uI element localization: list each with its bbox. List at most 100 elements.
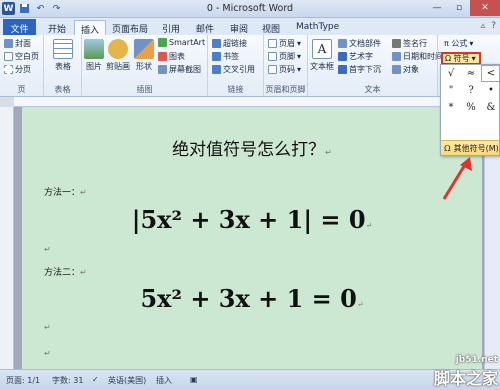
symbol-cell[interactable]: √ bbox=[441, 65, 461, 82]
red-arrow-annotation bbox=[442, 157, 472, 200]
document-area: 绝对值符号怎么打？↵ 方法一：↵ |5x² + 3x + 1| = 0↵ ↵ 方… bbox=[14, 107, 484, 369]
document-page[interactable]: 绝对值符号怎么打？↵ 方法一：↵ |5x² + 3x + 1| = 0↵ ↵ 方… bbox=[22, 107, 482, 369]
vertical-ruler[interactable] bbox=[0, 107, 14, 369]
insert-mode[interactable]: 插入 bbox=[156, 375, 172, 386]
symbol-cell[interactable]: & bbox=[481, 99, 500, 116]
symbol-grid: √ ≈ < " ? • * % & bbox=[441, 65, 500, 116]
picture-button[interactable]: 图片 bbox=[84, 39, 104, 72]
title-bar: W ↶ ↷ 0 - Microsoft Word — ▫ ✕ bbox=[0, 0, 500, 18]
header-button[interactable]: 页眉 ▾ bbox=[268, 38, 301, 49]
cover-page-button[interactable]: 封面 bbox=[4, 38, 31, 49]
minimize-ribbon-icon[interactable]: ▵ bbox=[481, 21, 486, 31]
paragraph-mark: ↵ bbox=[44, 245, 51, 254]
pages-group-label: 页 bbox=[17, 85, 26, 94]
clipart-button[interactable]: 剪贴画 bbox=[106, 39, 130, 72]
table-button[interactable]: 表格 bbox=[50, 39, 76, 72]
cover-page-icon bbox=[4, 39, 13, 48]
symbol-dropdown: √ ≈ < " ? • * % & Ω 其他符号(M)... bbox=[440, 64, 500, 156]
wordart-icon bbox=[338, 52, 347, 61]
ribbon-tabs: 文件 开始 插入 页面布局 引用 邮件 审阅 视图 MathType ▵ ? bbox=[0, 18, 500, 36]
window-controls: — ▫ ✕ bbox=[426, 0, 500, 16]
table-group: 表格 表格 bbox=[44, 35, 82, 96]
tab-page-layout[interactable]: 页面布局 bbox=[106, 20, 154, 35]
symbol-cell[interactable]: • bbox=[481, 82, 500, 99]
smartart-button[interactable]: SmartArt bbox=[158, 38, 205, 47]
tab-view[interactable]: 视图 bbox=[256, 20, 286, 35]
picture-icon bbox=[84, 39, 104, 59]
text-group-label: 文本 bbox=[364, 85, 381, 94]
header-footer-group: 页眉 ▾ 页脚 ▾ 页码 ▾ 页眉和页脚 bbox=[264, 35, 308, 96]
page-break-button[interactable]: 分页 bbox=[4, 64, 31, 75]
object-icon bbox=[392, 65, 401, 74]
links-group-label: 链接 bbox=[227, 85, 244, 94]
tab-insert[interactable]: 插入 bbox=[74, 20, 107, 36]
drop-cap-icon bbox=[338, 65, 347, 74]
header-footer-group-label: 页眉和页脚 bbox=[265, 85, 306, 94]
quick-parts-button[interactable]: 文档部件 bbox=[338, 38, 381, 49]
table-group-label: 表格 bbox=[54, 85, 71, 94]
table-icon bbox=[53, 39, 73, 59]
shapes-icon bbox=[134, 39, 154, 59]
status-bar: 页面: 1/1 字数: 31 ✓ 英语(美国) 插入 ▣ jb51.net 脚本… bbox=[0, 355, 500, 390]
hyperlink-button[interactable]: 超链接 bbox=[212, 38, 247, 49]
links-group: 超链接 书签 交叉引用 链接 bbox=[208, 35, 264, 96]
signature-line-button[interactable]: 签名行 bbox=[392, 38, 427, 49]
maximize-button[interactable]: ▫ bbox=[448, 0, 470, 16]
header-icon bbox=[268, 39, 277, 48]
symbol-cell[interactable]: * bbox=[441, 99, 461, 116]
cross-reference-button[interactable]: 交叉引用 bbox=[212, 64, 255, 75]
drop-cap-button[interactable]: 首字下沉 bbox=[338, 64, 381, 75]
tab-mailings[interactable]: 邮件 bbox=[190, 20, 220, 35]
equation-button[interactable]: π 公式 ▾ bbox=[444, 38, 473, 49]
method-two-label: 方法二：↵ bbox=[44, 268, 87, 278]
page-count[interactable]: 页面: 1/1 bbox=[6, 375, 40, 386]
method-one-label: 方法一：↵ bbox=[44, 188, 87, 198]
symbol-cell[interactable]: " bbox=[441, 82, 461, 99]
object-button[interactable]: 对象 bbox=[392, 64, 419, 75]
word-count[interactable]: 字数: 31 bbox=[52, 375, 83, 386]
clipart-icon bbox=[108, 39, 128, 59]
symbol-cell[interactable]: ≈ bbox=[461, 65, 481, 82]
document-title: 绝对值符号怎么打？↵ bbox=[172, 140, 332, 160]
shapes-button[interactable]: 形状 bbox=[134, 39, 154, 72]
formula-plain: 5x² + 3x + 1 = 0↵ bbox=[140, 284, 364, 313]
other-symbols-button[interactable]: Ω 其他符号(M)... bbox=[441, 140, 499, 155]
wordart-button[interactable]: 艺术字 bbox=[338, 51, 373, 62]
page-number-button[interactable]: 页码 ▾ bbox=[268, 64, 301, 75]
date-time-button[interactable]: 日期和时间 bbox=[392, 51, 443, 62]
textbox-button[interactable]: A 文本框 bbox=[310, 39, 334, 72]
hyperlink-icon bbox=[212, 39, 221, 48]
tab-mathtype[interactable]: MathType bbox=[290, 20, 345, 35]
blank-page-icon bbox=[4, 52, 13, 61]
symbol-cell[interactable]: % bbox=[461, 99, 481, 116]
textbox-icon: A bbox=[312, 39, 332, 59]
bookmark-button[interactable]: 书签 bbox=[212, 51, 239, 62]
proofing-icon[interactable]: ✓ bbox=[92, 375, 99, 384]
horizontal-ruler[interactable] bbox=[14, 97, 485, 107]
tab-home[interactable]: 开始 bbox=[42, 20, 72, 35]
cross-reference-icon bbox=[212, 65, 221, 74]
watermark-logo: jb51.net 脚本之家 bbox=[433, 355, 498, 388]
page-number-icon bbox=[268, 65, 277, 74]
symbol-cell[interactable]: ? bbox=[461, 82, 481, 99]
tab-references[interactable]: 引用 bbox=[156, 20, 186, 35]
footer-icon bbox=[268, 52, 277, 61]
window-title: 0 - Microsoft Word bbox=[206, 3, 294, 14]
macro-icon[interactable]: ▣ bbox=[190, 375, 198, 384]
blank-page-button[interactable]: 空白页 bbox=[4, 51, 39, 62]
symbol-cell[interactable]: < bbox=[481, 65, 500, 82]
tab-file[interactable]: 文件 bbox=[3, 19, 36, 35]
illustrations-group-label: 插图 bbox=[136, 85, 153, 94]
omega-icon: Ω bbox=[444, 143, 451, 153]
footer-button[interactable]: 页脚 ▾ bbox=[268, 51, 301, 62]
minimize-button[interactable]: — bbox=[426, 0, 448, 16]
text-group: A 文本框 文档部件 艺术字 首字下沉 签名行 日期和时间 对象 文本 bbox=[308, 35, 443, 96]
signature-icon bbox=[392, 39, 401, 48]
help-icon[interactable]: ? bbox=[491, 21, 496, 31]
close-button[interactable]: ✕ bbox=[470, 0, 500, 16]
language-indicator[interactable]: 英语(美国) bbox=[108, 375, 146, 386]
screenshot-button[interactable]: 屏幕截图 bbox=[158, 64, 201, 75]
pages-group: 封面 空白页 分页 页 bbox=[0, 35, 44, 96]
tab-review[interactable]: 审阅 bbox=[224, 20, 254, 35]
chart-button[interactable]: 图表 bbox=[158, 51, 185, 62]
